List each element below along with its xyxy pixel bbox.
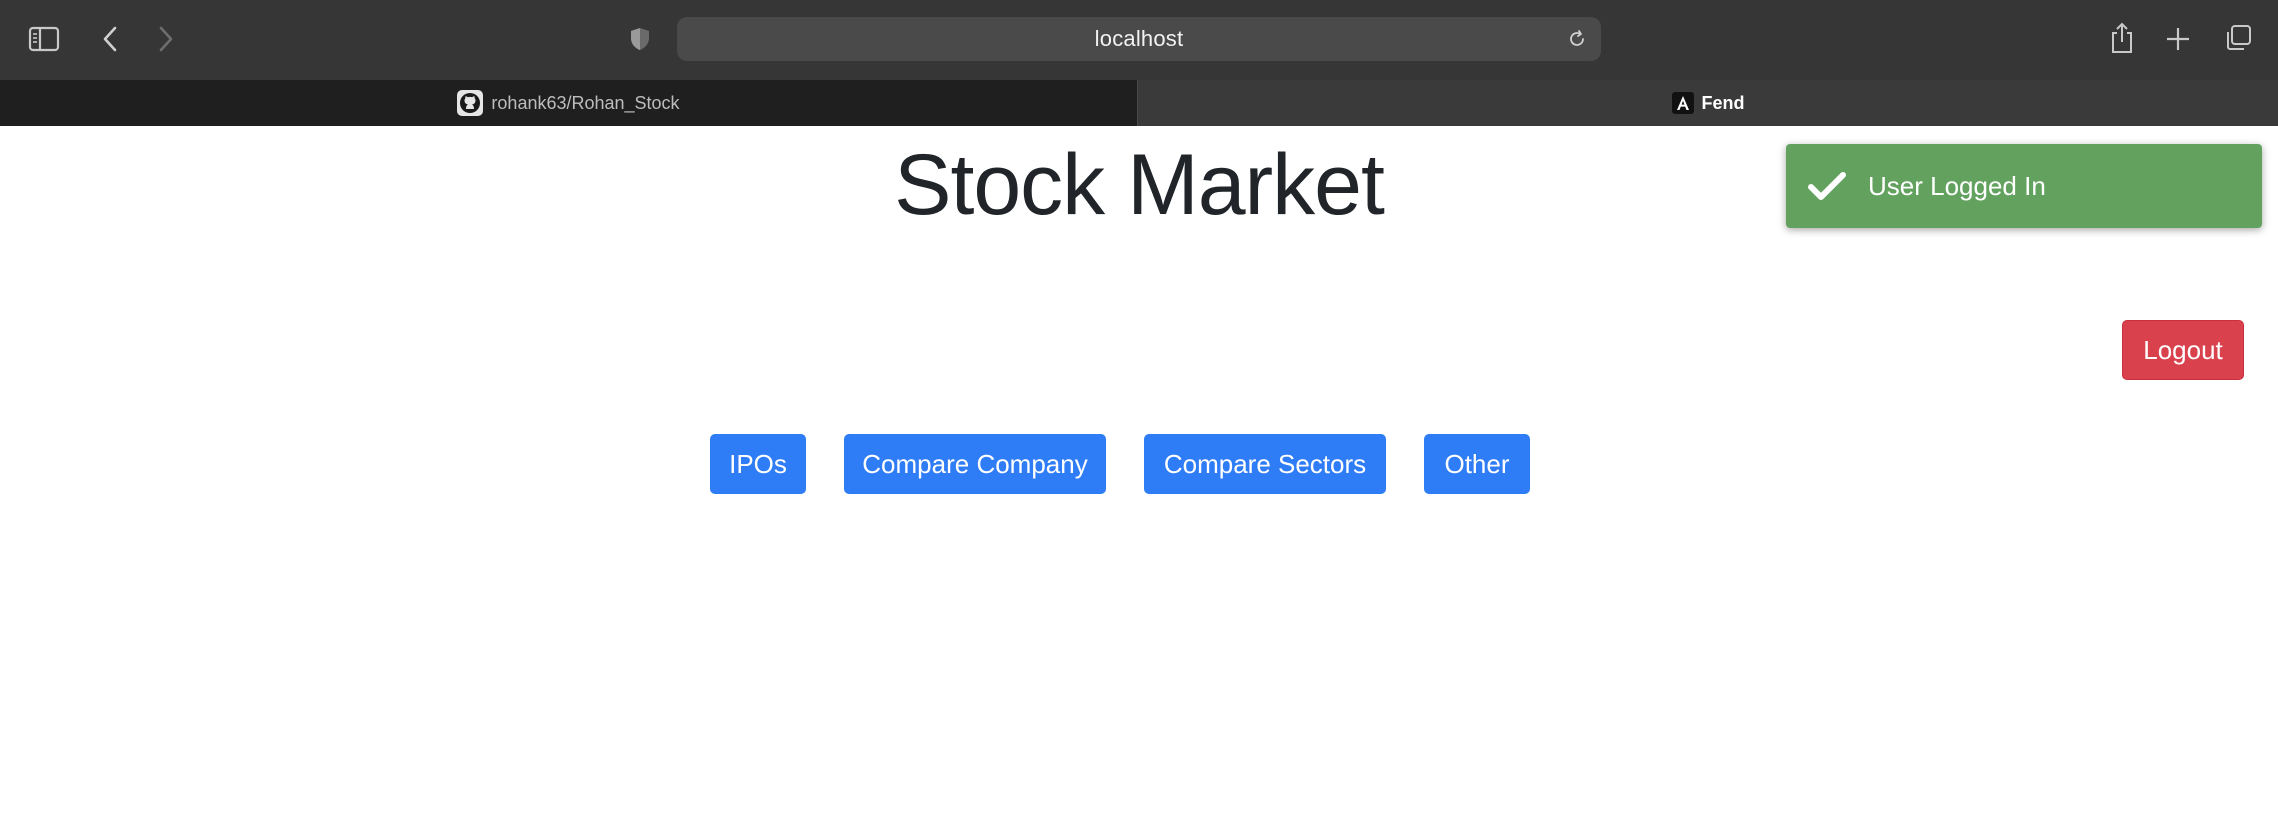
page-content: Stock Market User Logged In Logout IPOs … xyxy=(0,126,2278,814)
ipos-button[interactable]: IPOs xyxy=(710,434,806,494)
tab-github-repo[interactable]: rohank63/Rohan_Stock xyxy=(0,80,1137,126)
tab-label: rohank63/Rohan_Stock xyxy=(491,92,680,113)
tab-fend[interactable]: Fend xyxy=(1138,80,2278,126)
sidebar-toggle-icon[interactable] xyxy=(26,22,62,56)
compare-company-button[interactable]: Compare Company xyxy=(844,434,1106,494)
new-tab-icon[interactable] xyxy=(2162,22,2194,56)
forward-icon[interactable] xyxy=(152,22,180,56)
browser-toolbar: localhost xyxy=(0,0,2278,80)
success-toast[interactable]: User Logged In xyxy=(1786,144,2262,228)
logout-button[interactable]: Logout xyxy=(2122,320,2244,380)
compare-sectors-button[interactable]: Compare Sectors xyxy=(1144,434,1386,494)
back-icon[interactable] xyxy=(96,22,124,56)
checkmark-icon xyxy=(1806,165,1848,207)
url-text: localhost xyxy=(1094,26,1184,51)
angular-icon xyxy=(1671,92,1694,114)
privacy-shield-icon[interactable] xyxy=(626,24,654,54)
share-icon[interactable] xyxy=(2106,18,2138,58)
tab-bar: rohank63/Rohan_Stock Fend xyxy=(0,80,2278,126)
other-button[interactable]: Other xyxy=(1424,434,1530,494)
toast-message: User Logged In xyxy=(1868,170,2046,201)
tab-overview-icon[interactable] xyxy=(2220,20,2256,56)
github-icon xyxy=(457,90,484,116)
reload-icon[interactable] xyxy=(1565,27,1589,51)
address-bar[interactable]: localhost xyxy=(677,17,1601,61)
tab-label: Fend xyxy=(1701,92,1745,113)
